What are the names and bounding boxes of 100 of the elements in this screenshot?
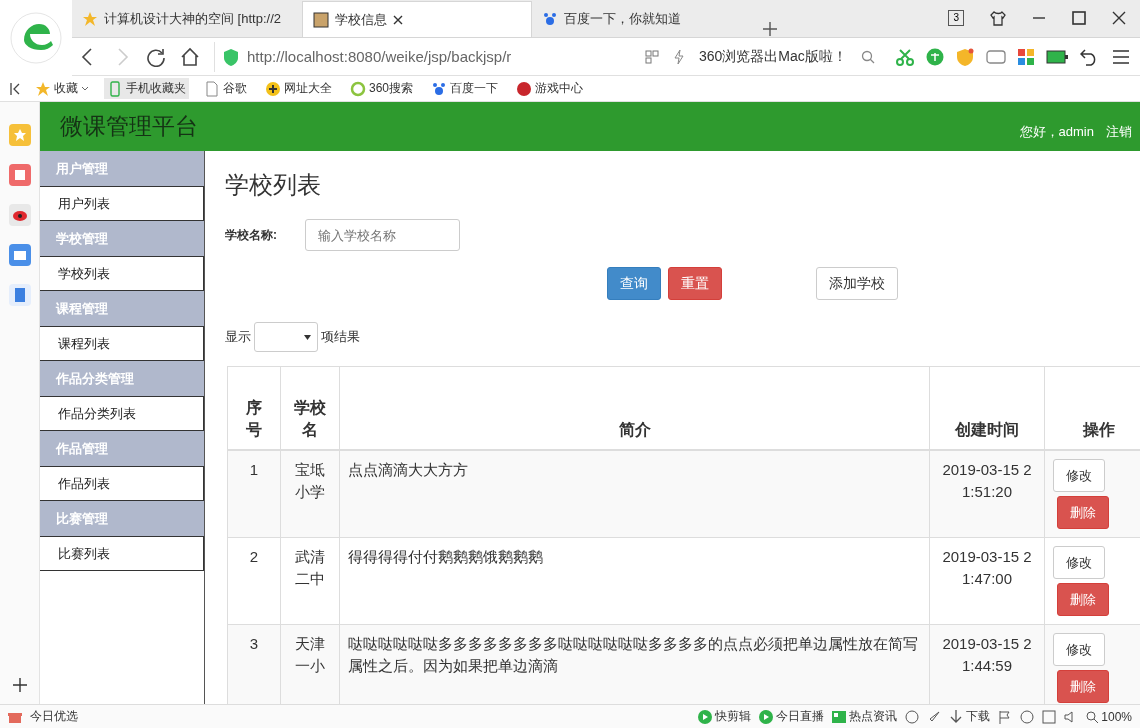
bookmark-item[interactable]: 网址大全 <box>262 78 335 99</box>
page-size-label: 显示 <box>225 328 251 346</box>
browser-tab[interactable]: 学校信息 <box>302 1 532 37</box>
search-icon <box>1086 710 1099 723</box>
window-icon[interactable] <box>1042 709 1057 724</box>
menu-item[interactable]: 作品分类列表 <box>40 396 204 431</box>
status-item[interactable]: 下载 <box>949 708 991 725</box>
menu-icon[interactable] <box>1112 48 1130 65</box>
table-cell: 2 <box>227 537 281 625</box>
browser-tab[interactable]: 计算机设计大神的空间 [http://2 <box>72 1 302 37</box>
table-cell: 2019-03-15 21:44:59 <box>929 624 1045 704</box>
qr-icon[interactable] <box>645 49 659 64</box>
bookmark-item[interactable]: 百度一下 <box>428 78 502 99</box>
ring-icon <box>350 80 366 97</box>
star-icon <box>82 11 98 27</box>
row-action-button[interactable]: 删除 <box>1057 496 1109 529</box>
page-heading: 学校列表 <box>225 170 322 200</box>
lightning-icon[interactable] <box>673 48 685 65</box>
close-icon[interactable] <box>393 14 403 25</box>
bookmark-label: 手机收藏夹 <box>126 80 186 97</box>
bookmark-label: 收藏 <box>54 80 78 97</box>
greeting-text: 您好，admin <box>1019 123 1094 141</box>
table-cell: 得得得得付付鹅鹅鹅饿鹅鹅鹅 <box>339 537 930 625</box>
table-cell: 点点滴滴大大方方 <box>339 450 930 538</box>
refresh-icon[interactable] <box>146 46 166 67</box>
bookmark-item[interactable]: 谷歌 <box>201 78 250 99</box>
status-label: 今日直播 <box>776 708 825 725</box>
table-cell: 1 <box>227 450 281 538</box>
tab-title: 百度一下，你就知道 <box>564 10 681 28</box>
status-label: 下载 <box>966 708 991 725</box>
add-icon[interactable] <box>12 678 27 692</box>
new-tab-icon[interactable] <box>762 21 778 37</box>
page-icon <box>313 11 329 28</box>
paw-icon <box>542 11 558 27</box>
zoom-control[interactable]: 100% <box>1086 709 1132 724</box>
mail-icon[interactable] <box>8 244 31 266</box>
close-icon[interactable] <box>1112 11 1126 25</box>
play-icon <box>698 709 713 724</box>
shirt-icon[interactable] <box>990 10 1006 26</box>
app-title: 微课管理平台 <box>60 112 198 141</box>
caret-icon <box>304 334 311 340</box>
row-action-button[interactable]: 删除 <box>1057 583 1109 616</box>
caret-icon <box>81 85 89 92</box>
phone-icon <box>107 80 123 97</box>
address-bar[interactable]: http://localhost:8080/weike/jsp/backjsp/r <box>214 41 631 72</box>
url-text: http://localhost:8080/weike/jsp/backjsp/r <box>247 48 512 65</box>
tab-title: 计算机设计大神的空间 [http://2 <box>104 10 281 28</box>
row-action-button[interactable]: 修改 <box>1053 546 1105 579</box>
maximize-icon[interactable] <box>1072 11 1086 25</box>
tab-count[interactable]: 3 <box>948 10 964 26</box>
status-item[interactable]: 今日直播 <box>759 708 825 725</box>
bookmark-item[interactable]: 手机收藏夹 <box>104 78 189 99</box>
browser-logo <box>10 12 62 64</box>
status-text[interactable]: 今日优选 <box>30 708 78 725</box>
table-cell: 宝坻小学 <box>280 450 340 538</box>
menu-item[interactable]: 作品列表 <box>40 466 204 501</box>
menu-item[interactable]: 用户列表 <box>40 186 204 221</box>
bookmark-label: 游戏中心 <box>535 80 584 97</box>
flag-icon[interactable] <box>998 709 1013 724</box>
document-icon <box>204 80 220 97</box>
menu-item[interactable]: 比赛列表 <box>40 536 204 571</box>
browser-tab[interactable]: 百度一下，你就知道 <box>532 1 762 37</box>
search-icon[interactable] <box>860 49 875 64</box>
battery-icon[interactable] <box>1046 49 1068 64</box>
status-label: 热点资讯 <box>849 708 898 725</box>
row-action-button[interactable]: 修改 <box>1053 633 1105 666</box>
table-cell: 哒哒哒哒哒哒多多多多多多多多哒哒哒哒哒哒多多多多的点点必须把单边属性放在简写属性之后。因为如果把单边滴滴 <box>339 624 930 704</box>
badge-icon[interactable] <box>956 47 974 66</box>
action-button[interactable]: 查询 <box>607 267 661 300</box>
table-cell: 3 <box>227 624 281 704</box>
tab-title: 学校信息 <box>335 10 387 29</box>
row-action-button[interactable]: 修改 <box>1053 459 1105 492</box>
scissors-icon[interactable] <box>896 47 914 66</box>
row-action-button[interactable]: 删除 <box>1057 670 1109 703</box>
menu-item[interactable]: 学校列表 <box>40 256 204 291</box>
bookmark-label: 360搜索 <box>369 80 414 97</box>
menu-item[interactable]: 课程列表 <box>40 326 204 361</box>
status-label: 快剪辑 <box>715 708 752 725</box>
status-item[interactable]: 快剪辑 <box>698 708 752 725</box>
bookmark-item[interactable]: 360搜索 <box>347 78 417 99</box>
page-size-label: 项结果 <box>321 328 360 346</box>
action-button[interactable]: 添加学校 <box>816 267 898 300</box>
apps-icon[interactable] <box>1018 48 1034 65</box>
bookmark-item[interactable]: 收藏 <box>32 78 92 99</box>
status-item[interactable]: 热点资讯 <box>832 708 898 725</box>
zoom-level: 100% <box>1101 709 1132 724</box>
home-icon[interactable] <box>180 46 200 67</box>
action-button[interactable]: 重置 <box>668 267 722 300</box>
notes-icon[interactable] <box>8 284 31 306</box>
table-cell: 武清二中 <box>280 537 340 625</box>
promo-link[interactable]: 360浏览器出Mac版啦！ <box>699 47 847 66</box>
star-icon <box>35 80 51 97</box>
eye-icon[interactable] <box>8 204 31 226</box>
play-icon <box>759 709 774 724</box>
bookmark-item[interactable]: 游戏中心 <box>513 78 587 99</box>
bookmark-label: 谷歌 <box>223 80 247 97</box>
logout-link[interactable]: 注销 <box>1106 123 1132 141</box>
school-name-field[interactable]: 输入学校名称 <box>305 219 460 251</box>
collapse-icon[interactable] <box>10 81 20 96</box>
table-cell: 2019-03-15 21:47:00 <box>929 537 1045 625</box>
